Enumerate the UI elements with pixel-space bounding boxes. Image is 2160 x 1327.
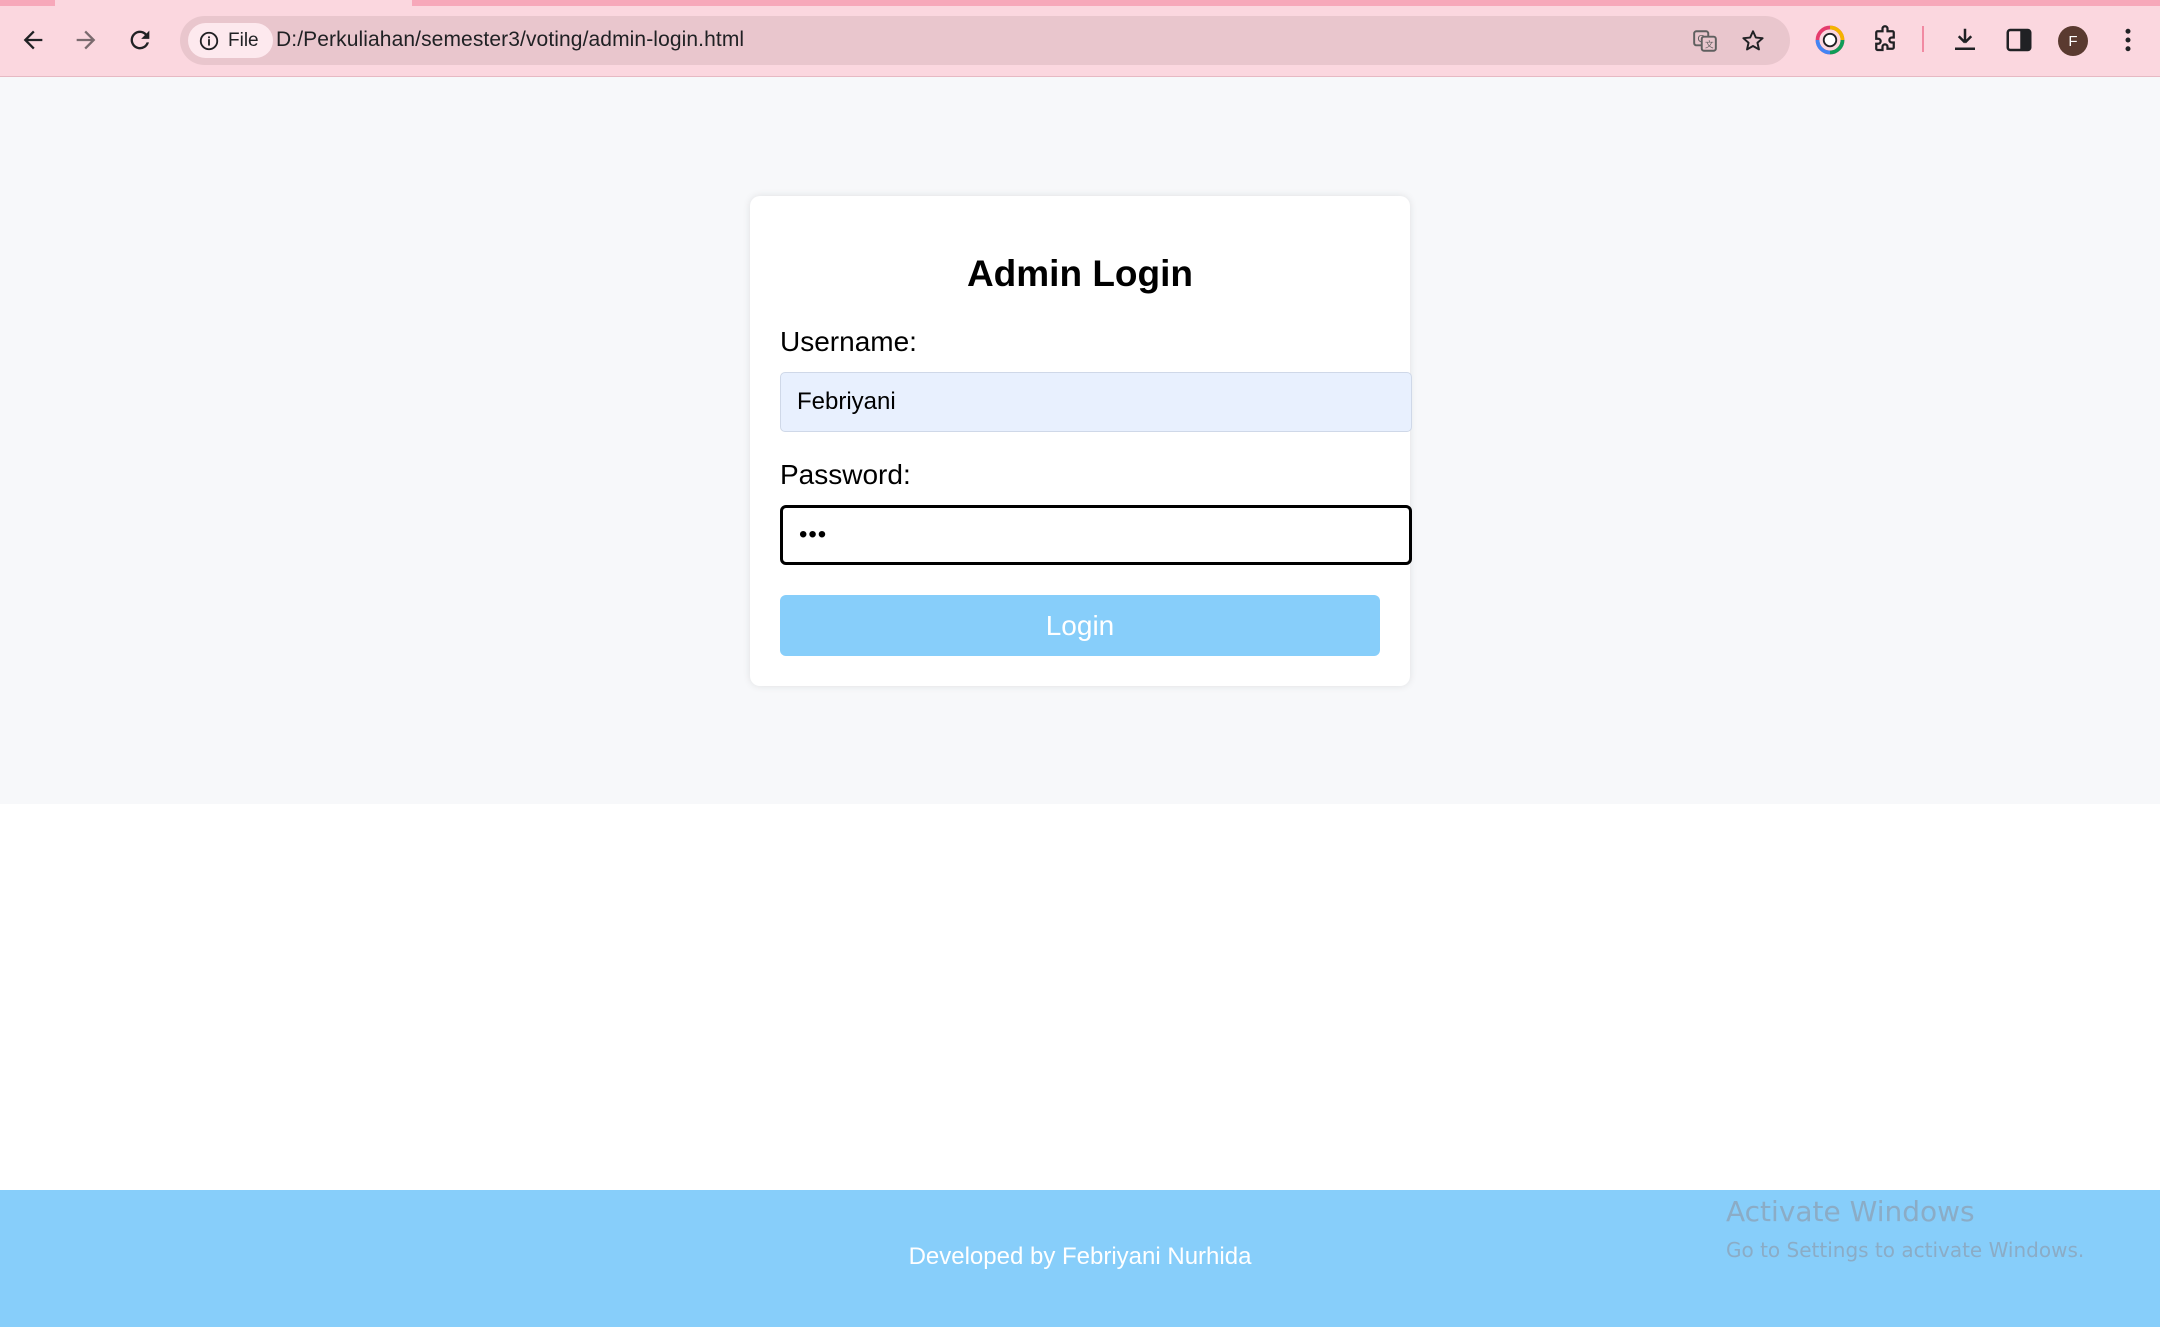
reload-icon <box>130 30 150 50</box>
watermark-title: Activate Windows <box>1726 1195 1975 1228</box>
forward-arrow-icon <box>76 30 96 50</box>
back-button[interactable] <box>11 18 55 62</box>
username-field[interactable]: Febriyani <box>780 372 1412 432</box>
browser-toolbar: File D:/Perkuliahan/semester3/voting/adm… <box>0 0 2160 77</box>
password-field[interactable]: ••• <box>780 505 1412 565</box>
username-label: Username: <box>780 326 917 357</box>
address-bar[interactable]: File D:/Perkuliahan/semester3/voting/adm… <box>180 16 1790 65</box>
site-info-label: File <box>228 29 259 51</box>
menu-button[interactable] <box>2110 22 2146 58</box>
forward-button[interactable] <box>64 18 108 62</box>
tab-strip <box>0 0 2160 6</box>
translate-icon: G文 <box>1693 30 1717 52</box>
windows-activation-watermark: Activate Windows Go to Settings to activ… <box>1726 1195 2084 1262</box>
reload-button[interactable] <box>118 18 162 62</box>
side-panel-button[interactable] <box>2001 22 2037 58</box>
color-extension-button[interactable] <box>1812 22 1848 58</box>
info-icon <box>199 31 219 50</box>
downloads-button[interactable] <box>1947 22 1983 58</box>
site-info-chip[interactable]: File <box>188 23 273 58</box>
tab-strip-accent <box>0 0 55 6</box>
page-title: Admin Login <box>966 253 1194 294</box>
password-label: Password: <box>780 459 911 490</box>
watermark-subtitle: Go to Settings to activate Windows. <box>1726 1238 2085 1262</box>
url-text[interactable]: D:/Perkuliahan/semester3/voting/admin-lo… <box>276 28 744 52</box>
star-icon <box>1742 30 1764 51</box>
download-icon <box>1955 28 1975 50</box>
puzzle-icon <box>1875 25 1895 52</box>
login-card: Admin Login Username: Febriyani Password… <box>750 196 1412 686</box>
tab-strip-accent <box>412 0 2160 6</box>
page-content: Admin Login Username: Febriyani Password… <box>0 77 2160 804</box>
bookmark-button[interactable] <box>1738 26 1768 56</box>
color-extension-icon <box>1815 25 1845 55</box>
more-vert-icon <box>2125 28 2131 52</box>
extensions-button[interactable] <box>1867 22 1903 58</box>
translate-button[interactable]: G文 <box>1690 26 1720 56</box>
toolbar-divider <box>1922 26 1924 52</box>
profile-avatar[interactable]: F <box>2058 26 2088 56</box>
login-button[interactable]: Login <box>780 595 1380 656</box>
svg-text:文: 文 <box>1705 39 1714 51</box>
back-arrow-icon <box>23 30 43 50</box>
side-panel-icon <box>2006 28 2032 52</box>
